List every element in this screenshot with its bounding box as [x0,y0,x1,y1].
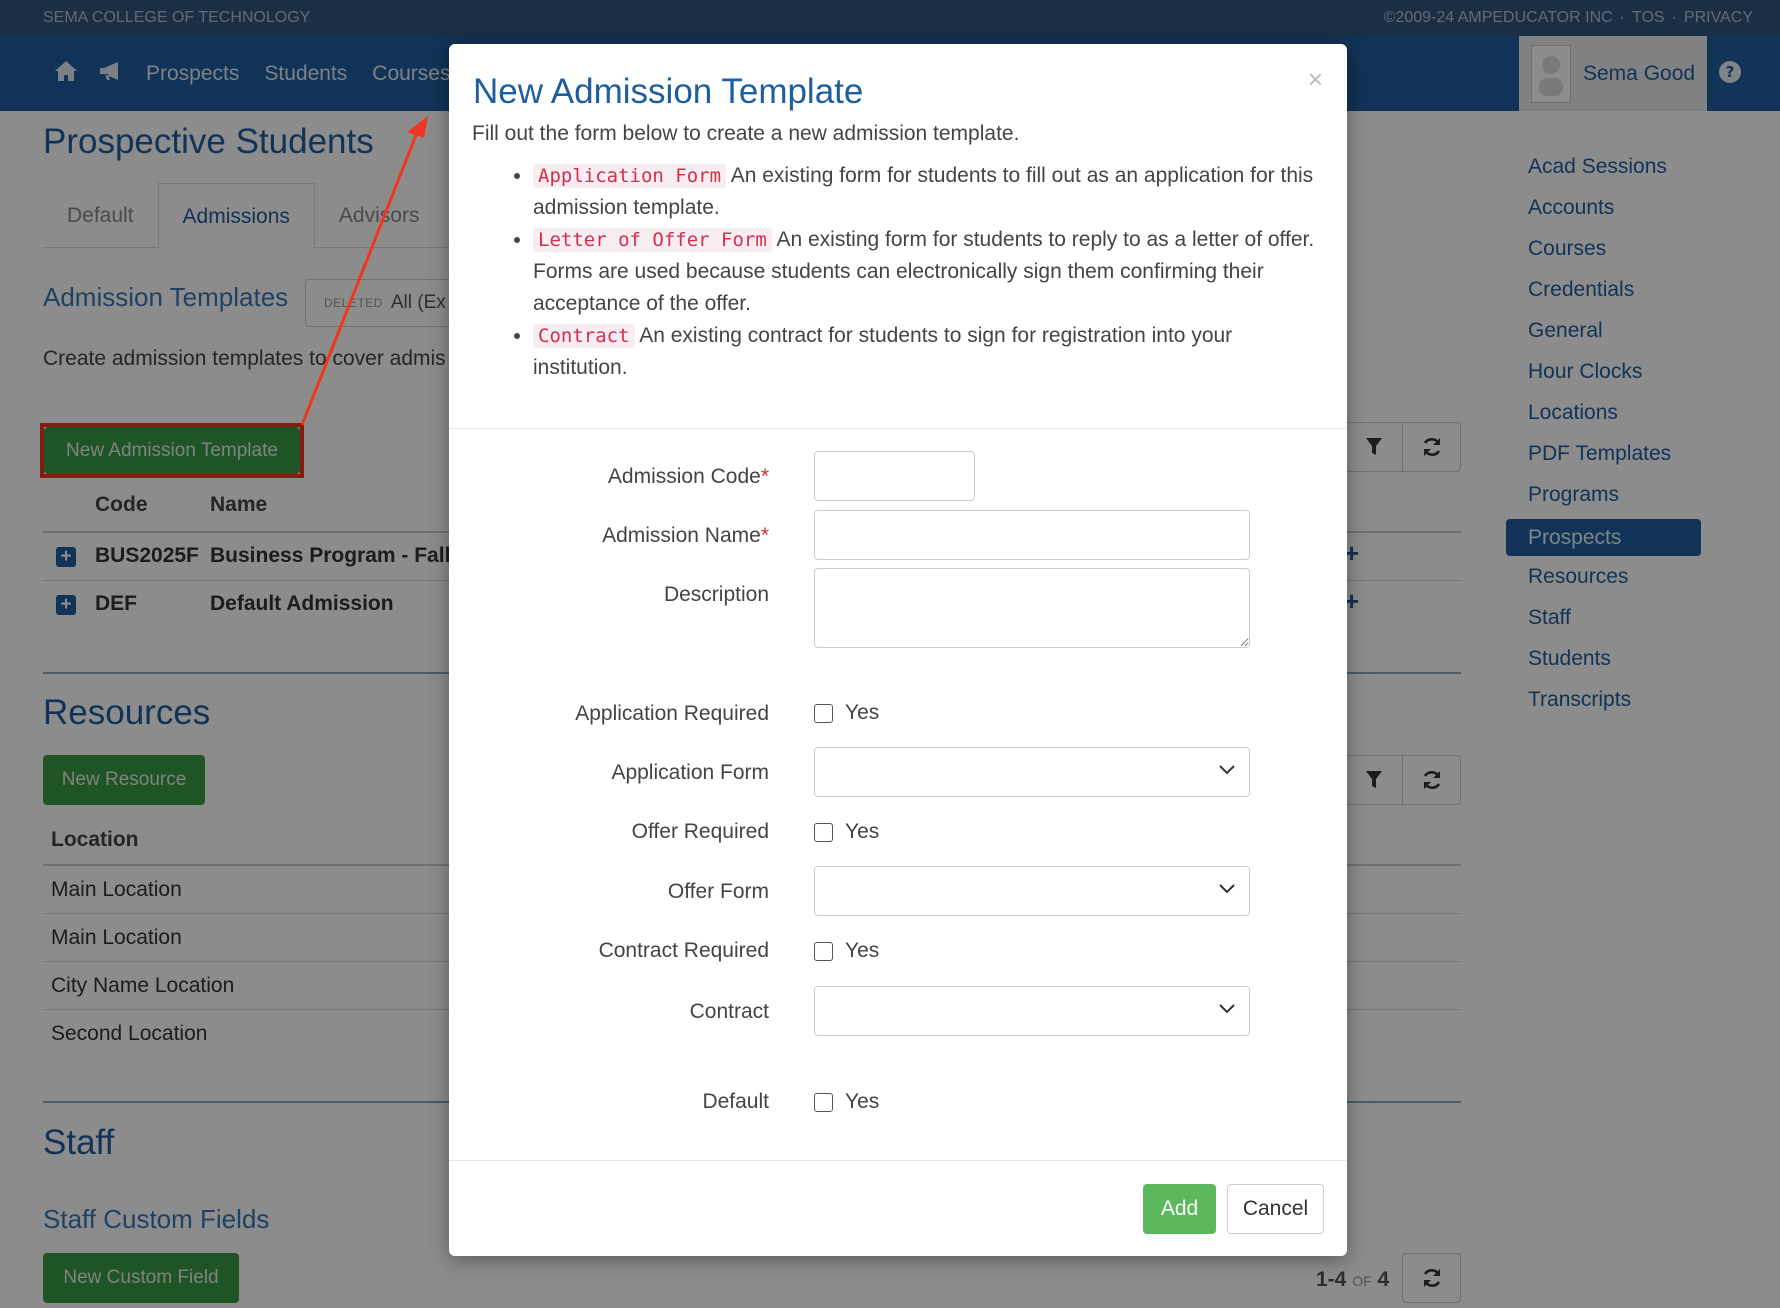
chevron-down-icon [1219,765,1235,775]
offer-form-select[interactable] [814,866,1250,916]
modal-divider [449,428,1347,429]
contract-label: Contract [689,1000,769,1023]
chevron-down-icon [1219,884,1235,894]
chevron-down-icon [1219,1004,1235,1014]
checkbox[interactable] [814,822,833,842]
application-required-label: Application Required [575,702,769,725]
default-checkbox[interactable]: Yes [814,1090,879,1114]
modal-title: New Admission Template [473,72,864,111]
application-form-select[interactable] [814,747,1250,797]
offer-required-checkbox[interactable]: Yes [814,820,879,844]
admission-code-label: Admission Code* [607,465,769,488]
application-form-label: Application Form [611,761,769,784]
list-item: Application Form An existing form for st… [533,160,1319,224]
application-required-checkbox[interactable]: Yes [814,701,879,725]
new-admission-template-modal: × New Admission Template Fill out the fo… [449,44,1347,1256]
default-label: Default [702,1090,769,1113]
admission-code-input[interactable] [814,451,975,501]
admission-name-label: Admission Name* [602,524,769,547]
checkbox[interactable] [814,703,833,723]
contract-select[interactable] [814,986,1250,1036]
checkbox[interactable] [814,1092,833,1112]
close-icon[interactable]: × [1308,64,1323,95]
list-item: Letter of Offer Form An existing form fo… [533,224,1319,320]
description-label: Description [663,583,769,606]
checkbox[interactable] [814,941,833,961]
modal-footer-divider [449,1160,1347,1161]
field-help-list: Application Form An existing form for st… [509,160,1319,384]
modal-subtitle: Fill out the form below to create a new … [472,122,1020,145]
list-item: Contract An existing contract for studen… [533,320,1319,384]
contract-required-label: Contract Required [598,939,769,962]
offer-form-label: Offer Form [667,880,769,903]
add-button[interactable]: Add [1143,1184,1216,1234]
offer-required-label: Offer Required [631,820,769,843]
admission-name-input[interactable] [814,510,1250,560]
contract-required-checkbox[interactable]: Yes [814,939,879,963]
cancel-button[interactable]: Cancel [1227,1184,1324,1234]
description-textarea[interactable] [814,568,1250,648]
